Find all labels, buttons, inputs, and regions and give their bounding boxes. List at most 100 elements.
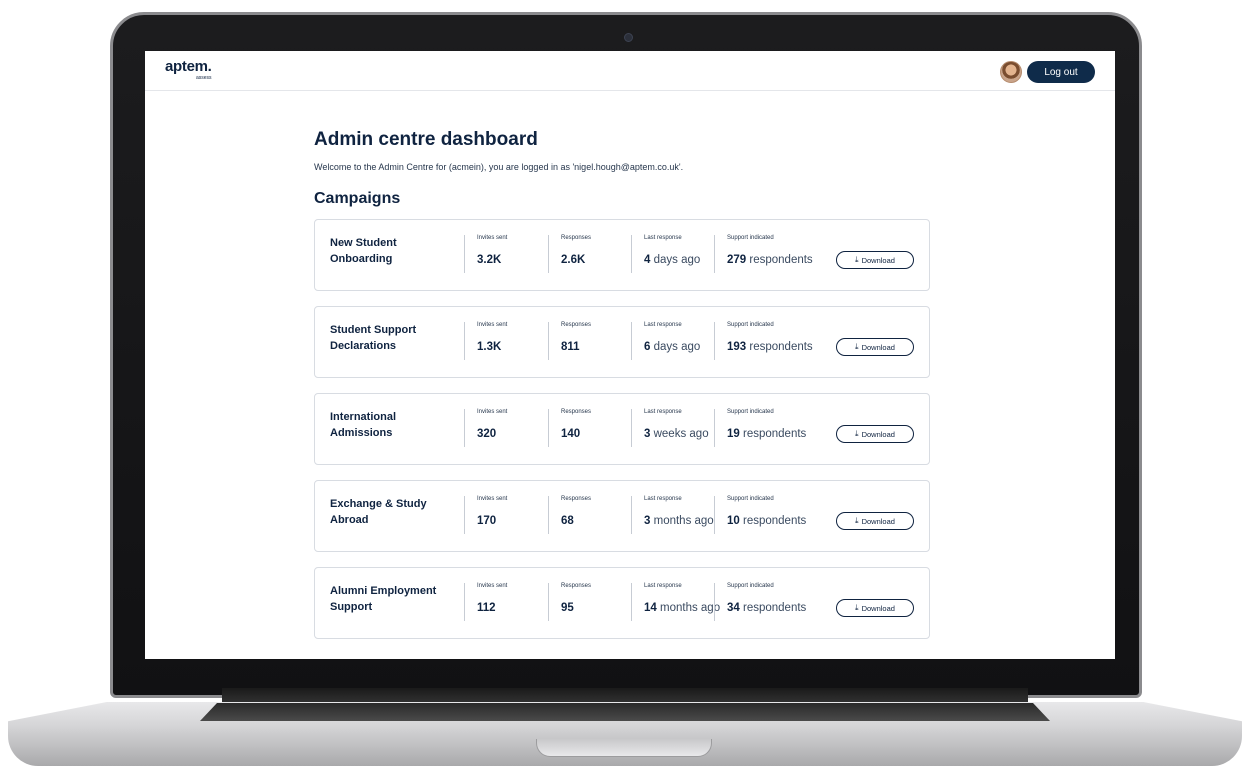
stat-invites: Invites sent 1.3K	[464, 322, 548, 360]
support-count: 19	[727, 428, 740, 440]
campaign-name: International Admissions	[330, 411, 397, 439]
stat-responses: Responses 95	[548, 583, 632, 621]
last-response-value: 3 weeks ago	[644, 428, 709, 440]
stat-last-response: Last response 3 months ago	[631, 496, 715, 534]
support-label: Support indicated	[727, 583, 774, 589]
campaign-name: Exchange & Study Abroad	[330, 498, 427, 526]
responses-label: Responses	[561, 322, 592, 328]
last-response-unit: days ago	[653, 341, 701, 353]
download-button[interactable]: ⤓ Download	[836, 251, 914, 269]
support-label: Support indicated	[727, 496, 774, 502]
campaigns-heading: Campaigns	[314, 190, 401, 207]
invites-label: Invites sent	[477, 496, 508, 502]
last-response-value: 6 days ago	[644, 341, 700, 353]
responses-count: 2.6K	[561, 254, 586, 266]
stat-support: Support indicated 193 respondents	[714, 322, 824, 360]
stat-invites: Invites sent 3.2K	[464, 235, 548, 273]
last-response-label: Last response	[644, 409, 682, 415]
support-value: 10 respondents	[727, 515, 806, 527]
invites-value: 320	[477, 428, 496, 440]
download-label: Download	[861, 516, 895, 526]
campaign-list: New Student Onboarding Invites sent 3.2K…	[314, 219, 934, 639]
invites-value: 170	[477, 515, 496, 527]
invites-label: Invites sent	[477, 322, 508, 328]
last-response-label: Last response	[644, 235, 682, 241]
stat-responses: Responses 68	[548, 496, 632, 534]
support-count: 34	[727, 602, 740, 614]
responses-label: Responses	[561, 409, 592, 415]
support-count: 193	[727, 341, 747, 353]
support-unit: respondents	[749, 341, 813, 353]
logo-text: aptem.	[165, 58, 212, 75]
page-title: Admin centre dashboard	[314, 129, 538, 150]
download-button[interactable]: ⤓ Download	[836, 512, 914, 530]
responses-count: 95	[561, 602, 574, 614]
support-label: Support indicated	[727, 409, 774, 415]
last-response-unit: days ago	[653, 254, 701, 266]
last-response-value: 4 days ago	[644, 254, 700, 266]
last-response-number: 4	[644, 254, 651, 266]
download-icon: ⤓	[855, 429, 859, 438]
last-response-unit: months ago	[653, 515, 714, 527]
invites-count: 320	[477, 428, 497, 440]
support-unit: respondents	[749, 254, 813, 266]
campaign-card: Alumni Employment Support Invites sent 1…	[314, 567, 930, 639]
campaign-card: International Admissions Invites sent 32…	[314, 393, 930, 465]
responses-count: 140	[561, 428, 581, 440]
logo-subtext: assess	[196, 75, 212, 81]
support-value: 34 respondents	[727, 602, 806, 614]
download-label: Download	[861, 255, 895, 265]
welcome-message: Welcome to the Admin Centre for (acmein)…	[314, 162, 684, 172]
last-response-label: Last response	[644, 583, 682, 589]
stat-responses: Responses 140	[548, 409, 632, 447]
responses-label: Responses	[561, 496, 592, 502]
last-response-number: 14	[644, 602, 657, 614]
responses-count: 811	[561, 341, 580, 353]
download-icon: ⤓	[855, 255, 859, 264]
download-button[interactable]: ⤓ Download	[836, 338, 914, 356]
campaign-name: Alumni Employment Support	[330, 585, 437, 613]
invites-label: Invites sent	[477, 583, 508, 589]
app-header: aptem. assess Log out	[145, 51, 1115, 91]
aptem-logo[interactable]: aptem. assess	[165, 59, 212, 81]
responses-label: Responses	[561, 235, 592, 241]
invites-value: 112	[477, 602, 496, 614]
invites-value: 1.3K	[477, 341, 501, 353]
invites-count: 112	[477, 602, 496, 614]
invites-count: 1.3K	[477, 341, 502, 353]
laptop-opening-notch	[536, 739, 712, 757]
laptop-screen: aptem. assess Log out Admin centre dashb…	[145, 51, 1115, 659]
stat-last-response: Last response 4 days ago	[631, 235, 715, 273]
support-unit: respondents	[743, 428, 807, 440]
last-response-unit: weeks ago	[653, 428, 709, 440]
support-value: 19 respondents	[727, 428, 806, 440]
stat-support: Support indicated 279 respondents	[714, 235, 824, 273]
responses-value: 811	[561, 341, 580, 353]
download-button[interactable]: ⤓ Download	[836, 599, 914, 617]
support-value: 193 respondents	[727, 341, 813, 353]
invites-count: 170	[477, 515, 497, 527]
download-button[interactable]: ⤓ Download	[836, 425, 914, 443]
stat-last-response: Last response 14 months ago	[631, 583, 720, 621]
download-label: Download	[861, 429, 895, 439]
last-response-value: 3 months ago	[644, 515, 714, 527]
user-avatar[interactable]	[1000, 61, 1022, 83]
responses-value: 140	[561, 428, 580, 440]
last-response-value: 14 months ago	[644, 602, 720, 614]
last-response-label: Last response	[644, 322, 682, 328]
download-icon: ⤓	[855, 342, 859, 351]
support-value: 279 respondents	[727, 254, 813, 266]
last-response-number: 3	[644, 515, 651, 527]
last-response-unit: months ago	[660, 602, 721, 614]
invites-label: Invites sent	[477, 409, 508, 415]
download-icon: ⤓	[855, 516, 859, 525]
main-content: Admin centre dashboard Welcome to the Ad…	[314, 91, 934, 654]
laptop-keyboard-edge	[200, 703, 1050, 721]
support-unit: respondents	[743, 515, 807, 527]
stat-last-response: Last response 6 days ago	[631, 322, 715, 360]
support-unit: respondents	[743, 602, 807, 614]
responses-value: 68	[561, 515, 574, 527]
last-response-label: Last response	[644, 496, 682, 502]
support-count: 10	[727, 515, 740, 527]
logout-button[interactable]: Log out	[1027, 61, 1095, 83]
